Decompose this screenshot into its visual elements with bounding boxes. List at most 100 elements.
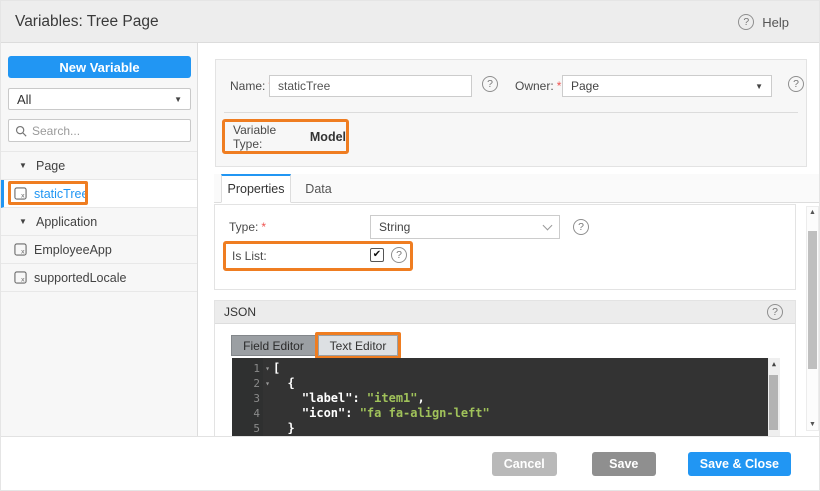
line-number: 5	[253, 422, 260, 435]
code-line[interactable]: 3 "label": "item1",	[232, 391, 768, 406]
variable-tree: ▼ Page x staticTree ▼ Application x EmployeeApp…	[1, 151, 197, 292]
caret-down-icon[interactable]: ▼	[19, 217, 33, 226]
name-input[interactable]	[269, 75, 472, 97]
fold-caret-icon[interactable]: ▾	[265, 376, 270, 391]
tab-data[interactable]: Data	[291, 174, 346, 203]
code-text: "label": "item1",	[273, 391, 425, 405]
code-lines: 1 ▾[2 ▾ {3 "label": "item1", 4 "icon": "fa …	[232, 361, 768, 436]
code-line[interactable]: 1 ▾[	[232, 361, 768, 376]
scroll-up-icon[interactable]: ▲	[768, 360, 780, 368]
help-label: Help	[762, 14, 789, 30]
tree-group-Page[interactable]: ▼ Page	[1, 152, 197, 180]
chevron-down-icon	[542, 220, 553, 230]
search-icon	[15, 125, 27, 137]
code-line[interactable]: 2 ▾ {	[232, 376, 768, 391]
tree-item-label: EmployeeApp	[34, 242, 112, 257]
json-help-icon[interactable]: ?	[767, 304, 783, 320]
text-editor-highlight-box: Text Editor	[315, 332, 401, 359]
tree-item-label: staticTree	[34, 186, 89, 201]
variable-summary-panel: Name:* ? Owner:* Page ▼ ? Variable Type:…	[215, 59, 807, 167]
tree-item-label: supportedLocale	[34, 270, 127, 285]
owner-help-icon[interactable]: ?	[788, 76, 804, 92]
line-number: 3	[253, 392, 260, 405]
variable-type-value: Model	[309, 129, 346, 144]
variable-icon: x	[14, 187, 27, 200]
variable-icon: x	[14, 271, 27, 284]
save-button[interactable]: Save	[591, 451, 656, 476]
code-text: "icon": "fa fa-align-left"	[273, 406, 490, 420]
json-section-title: JSON	[224, 305, 257, 319]
new-variable-button[interactable]: New Variable	[8, 56, 191, 78]
caret-down-icon: ▼	[174, 94, 182, 104]
tab-properties[interactable]: Properties	[221, 174, 291, 203]
is-list-label: Is List:	[232, 249, 267, 263]
json-code-editor[interactable]: 1 ▾[2 ▾ {3 "label": "item1", 4 "icon": "fa …	[232, 358, 780, 438]
type-label: Type: *	[229, 220, 267, 234]
code-text: }	[273, 421, 295, 435]
owner-value: Page	[571, 79, 600, 93]
tree-item-staticTree[interactable]: x staticTree	[1, 180, 197, 208]
svg-text:x: x	[21, 248, 25, 256]
dialog-title: Variables: Tree Page	[15, 12, 159, 30]
sidebar-scrollbar-track[interactable]	[198, 43, 212, 436]
type-help-icon[interactable]: ?	[573, 219, 589, 235]
required-asterisk: *	[261, 220, 267, 234]
name-help-icon[interactable]: ?	[482, 76, 498, 92]
main-panel: Name:* ? Owner:* Page ▼ ? Variable Type:…	[212, 43, 819, 438]
tree-group-label: Page	[36, 158, 66, 173]
editor-scrollbar[interactable]: ▲	[768, 358, 780, 438]
caret-down-icon[interactable]: ▼	[19, 161, 33, 170]
editor-scrollbar-thumb[interactable]	[769, 375, 778, 430]
required-asterisk: *	[556, 79, 562, 93]
line-number: 2 ▾	[253, 377, 270, 390]
field-editor-button[interactable]: Field Editor	[231, 335, 316, 356]
help-icon: ?	[738, 14, 755, 30]
line-number: 4	[253, 407, 260, 420]
caret-down-icon: ▼	[755, 81, 763, 91]
fold-caret-icon[interactable]: ▾	[265, 361, 270, 376]
line-number: 1 ▾	[253, 362, 270, 375]
svg-text:x: x	[21, 192, 25, 200]
is-list-help-icon[interactable]: ?	[391, 247, 407, 263]
type-value: String	[379, 220, 411, 234]
scroll-down-icon[interactable]: ▼	[807, 421, 818, 428]
variables-sidebar: New Variable All ▼ ▼PagexstaticTree▼Appl…	[1, 43, 206, 436]
code-line[interactable]: 5 }	[232, 421, 768, 436]
tree-item-EmployeeApp[interactable]: x EmployeeApp	[1, 236, 197, 264]
svg-text:x: x	[21, 276, 25, 284]
owner-select[interactable]: Page ▼	[562, 75, 772, 97]
variables-dialog: Variables: Tree Page ? Help New Variable…	[0, 0, 820, 491]
variable-type-label: Variable Type:	[233, 122, 277, 151]
text-editor-button[interactable]: Text Editor	[318, 335, 398, 356]
tree-group-label: Application	[36, 214, 98, 229]
dialog-body: New Variable All ▼ ▼PagexstaticTree▼Appl…	[1, 43, 819, 438]
properties-panel: Type: * String ? Is List: ✔ ?	[214, 204, 796, 290]
is-list-checkbox[interactable]: ✔	[370, 248, 384, 262]
cancel-button[interactable]: Cancel	[491, 451, 557, 476]
owner-label: Owner: *	[515, 79, 562, 93]
json-section-header: JSON ?	[215, 301, 795, 324]
is-list-highlight-box: Is List: ✔ ?	[223, 241, 413, 271]
dialog-footer: Cancel Save Save & Close	[1, 436, 819, 490]
code-line[interactable]: 4 "icon": "fa fa-align-left"	[232, 406, 768, 421]
search-input[interactable]	[32, 123, 172, 138]
main-scrollbar[interactable]: ▲ ▼	[806, 206, 819, 431]
scroll-up-icon[interactable]: ▲	[807, 209, 818, 216]
save-close-button[interactable]: Save & Close	[687, 451, 791, 476]
help-button[interactable]: ? Help	[738, 1, 789, 43]
search-box	[8, 119, 191, 142]
tree-item-supportedLocale[interactable]: x supportedLocale	[1, 264, 197, 292]
variable-icon: x	[14, 243, 27, 256]
tab-bar: Properties Data	[214, 174, 819, 203]
json-section: JSON ? Field Editor Text Editor 1 ▾[2 ▾ {3…	[214, 300, 796, 438]
tab-content: Type: * String ? Is List: ✔ ? JSON ? Fie…	[212, 203, 819, 438]
filter-value: All	[17, 91, 32, 107]
type-select[interactable]: String	[370, 215, 560, 239]
filter-select[interactable]: All ▼	[8, 88, 191, 110]
panel-divider	[224, 112, 798, 113]
variable-type-highlight-box: Variable Type: Model	[222, 119, 349, 154]
editor-mode-toggle: Field Editor Text Editor	[231, 332, 401, 359]
dialog-header: Variables: Tree Page ? Help	[1, 1, 819, 43]
tree-group-Application[interactable]: ▼ Application	[1, 208, 197, 236]
main-scrollbar-thumb[interactable]	[808, 231, 817, 369]
